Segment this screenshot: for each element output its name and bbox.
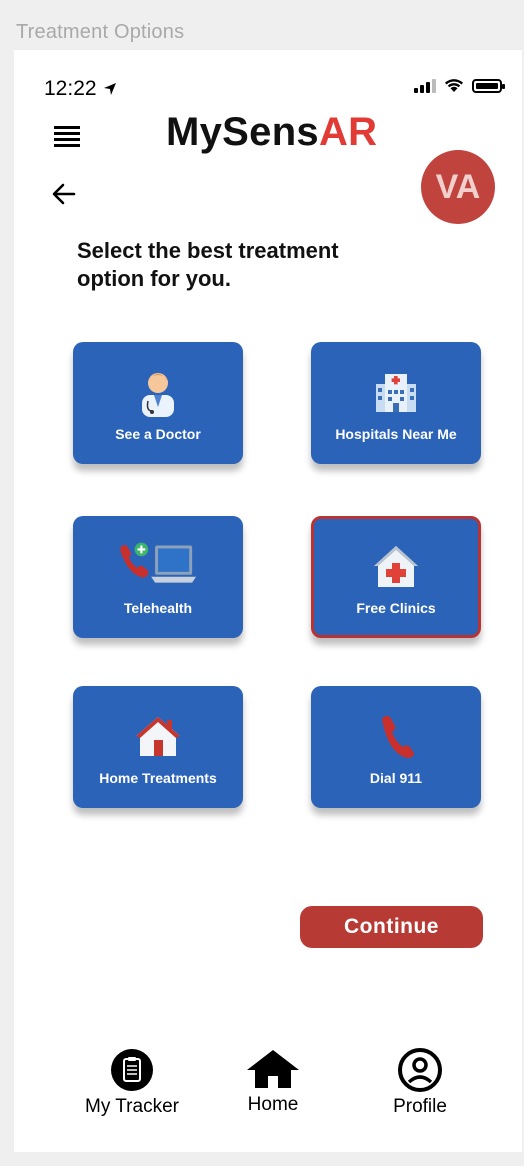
option-label: Home Treatments	[99, 769, 217, 786]
clinic-icon	[374, 545, 418, 587]
nav-label: Profile	[393, 1096, 447, 1117]
artboard-title: Treatment Options	[16, 21, 185, 43]
nav-label: Home	[247, 1094, 299, 1115]
house-icon	[136, 716, 180, 756]
back-arrow-icon[interactable]	[48, 178, 80, 210]
option-label: Free Clinics	[356, 599, 436, 616]
logo-text-main: MySens	[166, 110, 319, 154]
option-label: Hospitals Near Me	[335, 425, 457, 442]
hamburger-menu-icon[interactable]	[54, 126, 80, 147]
phone-icon	[382, 715, 414, 758]
option-label: Dial 911	[369, 769, 423, 786]
nav-label: My Tracker	[85, 1096, 179, 1117]
nav-home[interactable]: Home	[233, 1048, 313, 1116]
option-hospitals-near-me[interactable]: Hospitals Near Me	[311, 342, 481, 464]
avatar[interactable]: VA	[421, 150, 495, 224]
option-label: Telehealth	[123, 599, 193, 616]
battery-icon	[472, 78, 505, 93]
doctor-icon	[142, 372, 174, 417]
home-icon	[247, 1050, 299, 1088]
phone-screen: 12:22 MySensAR VA Select the best treatm…	[14, 50, 522, 1152]
nav-my-tracker[interactable]: My Tracker	[82, 1048, 182, 1118]
nav-profile[interactable]: Profile	[380, 1048, 460, 1118]
status-indicators	[414, 78, 505, 93]
app-logo: MySensAR	[166, 110, 377, 155]
wifi-icon	[445, 79, 463, 92]
profile-icon	[398, 1048, 442, 1092]
option-telehealth[interactable]: Telehealth	[73, 516, 243, 638]
option-see-a-doctor[interactable]: See a Doctor	[73, 342, 243, 464]
status-time-text: 12:22	[44, 77, 97, 100]
location-arrow-icon	[103, 83, 116, 95]
hospital-icon	[376, 373, 416, 412]
clipboard-icon	[111, 1049, 153, 1091]
logo-text-accent: AR	[318, 110, 378, 154]
option-free-clinics[interactable]: Free Clinics	[311, 516, 481, 638]
continue-button[interactable]: Continue	[300, 906, 483, 948]
option-home-treatments[interactable]: Home Treatments	[73, 686, 243, 808]
status-time: 12:22	[44, 77, 117, 101]
signal-icon	[414, 78, 436, 93]
telehealth-icon	[119, 542, 197, 583]
option-label: See a Doctor	[115, 425, 201, 442]
option-dial-911[interactable]: Dial 911	[311, 686, 481, 808]
page-prompt: Select the best treatment option for you…	[77, 238, 339, 291]
